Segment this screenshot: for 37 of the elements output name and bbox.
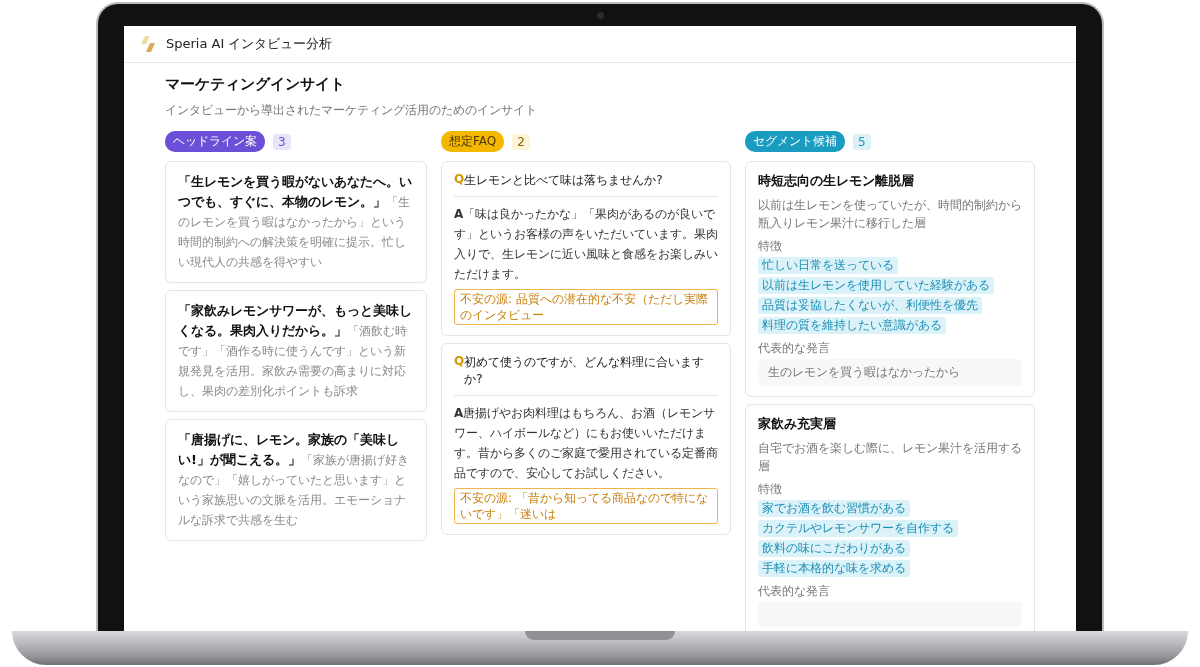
trait-tag: カクテルやレモンサワーを自作する	[758, 520, 958, 537]
section-label: 代表的な発言	[758, 583, 831, 600]
section-label: 代表的な発言	[758, 340, 831, 357]
column-badge: ヘッドライン案	[165, 131, 265, 152]
trait-tag: 料理の質を維持したい意識がある	[758, 317, 946, 334]
faq-question: Q生レモンと比べて味は落ちませんか?	[454, 172, 718, 197]
section-label: 特徴	[758, 238, 783, 255]
headline-text: 「家飲みレモンサワーが、もっと美味しくなる。果肉入りだから。」「酒飲む時です」「酒作る時に使うんです」という新規発見を活用。家飲み需要の高まりに対応し、果肉の差別化ポイントも訴求	[178, 302, 413, 400]
app-title: Speria AI インタビュー分析	[166, 35, 333, 53]
trait-tag: 家でお酒を飲む習慣がある	[758, 500, 910, 517]
count-badge: 2	[512, 133, 530, 150]
segment-title: 家飲み充実層	[758, 415, 837, 433]
segment-description: 以前は生レモンを使っていたが、時間的制約から瓶入りレモン果汁に移行した層	[758, 197, 1022, 232]
page-subtitle: インタビューから導出されたマーケティング活用のためのインサイト	[165, 102, 538, 119]
headline-text: 「唐揚げに、レモン。家族の「美味しい!」が聞こえる。」「家族が唐揚げ好きなので」「嬉しがっていたと思います」という家族思いの文脈を活用。エモーショナルな訴求で共感を生む	[178, 431, 410, 529]
page-title: マーケティングインサイト	[165, 75, 346, 94]
section-label: 特徴	[758, 481, 783, 498]
segment-description: 自宅でお酒を楽しむ際に、レモン果汁を活用する層	[758, 440, 1022, 475]
trait-tag: 品質は妥協したくないが、利便性を優先	[758, 297, 982, 314]
trait-tag: 忙しい日常を送っている	[758, 257, 898, 274]
trait-tag: 飲料の味にこだわりがある	[758, 540, 910, 557]
count-badge: 5	[853, 133, 871, 150]
count-badge: 3	[273, 133, 291, 150]
camera-icon	[597, 12, 604, 19]
faq-question: Q初めて使うのですが、どんな料理に合いますか?	[454, 354, 718, 396]
faq-answer: A唐揚げやお肉料理はもちろん、お酒（レモンサワー、ハイボールなど）にもお使いいただけます。昔から多くのご家庭で愛用されている定番商品ですので、安心してお試しください。	[454, 405, 718, 482]
logo-icon	[140, 35, 156, 53]
quote-box: 生のレモンを買う暇はなかったから	[758, 359, 1022, 386]
faq-answer: A「味は良かったかな」「果肉があるのが良いです」というお客様の声をいただいています。果肉入りで、生レモンに近い風味と食感をお楽しみいただけます。	[454, 206, 718, 283]
column-badge: セグメント候補	[745, 131, 845, 152]
headline-text: 「生レモンを買う暇がないあなたへ。いつでも、すぐに、本物のレモン。」「生のレモンを買う暇はなかったから」という時間的制約への解決策を明確に提示。忙しい現代人の共感を得やすい	[178, 173, 413, 271]
concern-tag: 不安の源: 「昔から知ってる商品なので特にないです」「迷いは	[454, 488, 718, 524]
segment-title: 時短志向の生レモン離脱層	[758, 172, 915, 190]
concern-tag: 不安の源: 品質への潜在的な不安（ただし実際のインタビュー	[454, 289, 718, 325]
trait-tag: 以前は生レモンを使用していた経験がある	[758, 277, 994, 294]
column-badge: 想定FAQ	[441, 131, 505, 152]
trait-tag: 手軽に本格的な味を求める	[758, 560, 910, 577]
